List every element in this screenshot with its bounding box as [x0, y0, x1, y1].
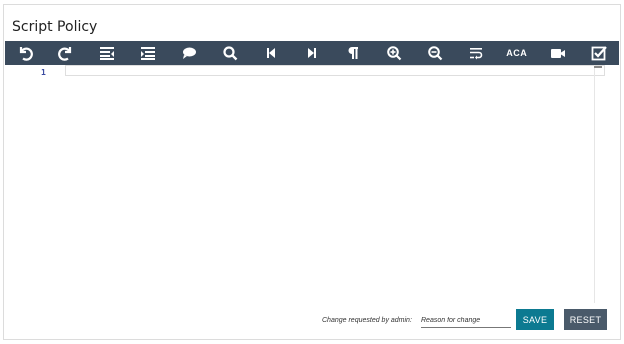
comment-icon — [183, 47, 197, 59]
next-icon — [308, 48, 317, 58]
page-title: Script Policy — [12, 19, 98, 35]
code-editor[interactable]: 1 — [5, 65, 605, 293]
aca-button[interactable]: ACA — [496, 41, 537, 65]
editor-scrollbar[interactable] — [594, 65, 595, 303]
pilcrow-icon — [348, 47, 358, 59]
comment-button[interactable] — [169, 41, 210, 65]
aca-label: ACA — [506, 48, 528, 58]
outdent-icon — [100, 47, 115, 60]
next-button[interactable] — [292, 41, 333, 65]
search-button[interactable] — [210, 41, 251, 65]
check-square-icon — [591, 46, 607, 61]
active-line[interactable] — [65, 65, 605, 76]
redo-button[interactable] — [46, 41, 87, 65]
save-button[interactable]: SAVE — [516, 309, 554, 330]
zoom-out-button[interactable] — [414, 41, 455, 65]
editor-toolbar: ACA — [5, 41, 619, 65]
reason-input[interactable] — [421, 313, 511, 328]
redo-icon — [58, 47, 72, 61]
validate-button[interactable] — [578, 41, 619, 65]
reset-button[interactable]: RESET — [564, 309, 607, 330]
indent-icon — [141, 47, 156, 60]
undo-icon — [20, 47, 34, 61]
word-wrap-icon — [469, 48, 483, 60]
undo-button[interactable] — [5, 41, 46, 65]
video-icon — [550, 49, 565, 58]
line-number: 1 — [41, 68, 46, 77]
zoom-out-icon — [428, 46, 443, 61]
script-policy-panel: Script Policy ACA 1 — [3, 4, 621, 340]
search-icon — [223, 46, 238, 61]
show-invisibles-button[interactable] — [333, 41, 374, 65]
zoom-in-button[interactable] — [373, 41, 414, 65]
previous-icon — [267, 48, 276, 58]
outdent-button[interactable] — [87, 41, 128, 65]
video-button[interactable] — [537, 41, 578, 65]
scrollbar-thumb[interactable] — [594, 66, 602, 68]
previous-button[interactable] — [251, 41, 292, 65]
indent-button[interactable] — [128, 41, 169, 65]
word-wrap-button[interactable] — [455, 41, 496, 65]
zoom-in-icon — [387, 46, 402, 61]
change-requested-label: Change requested by admin: — [322, 317, 412, 324]
